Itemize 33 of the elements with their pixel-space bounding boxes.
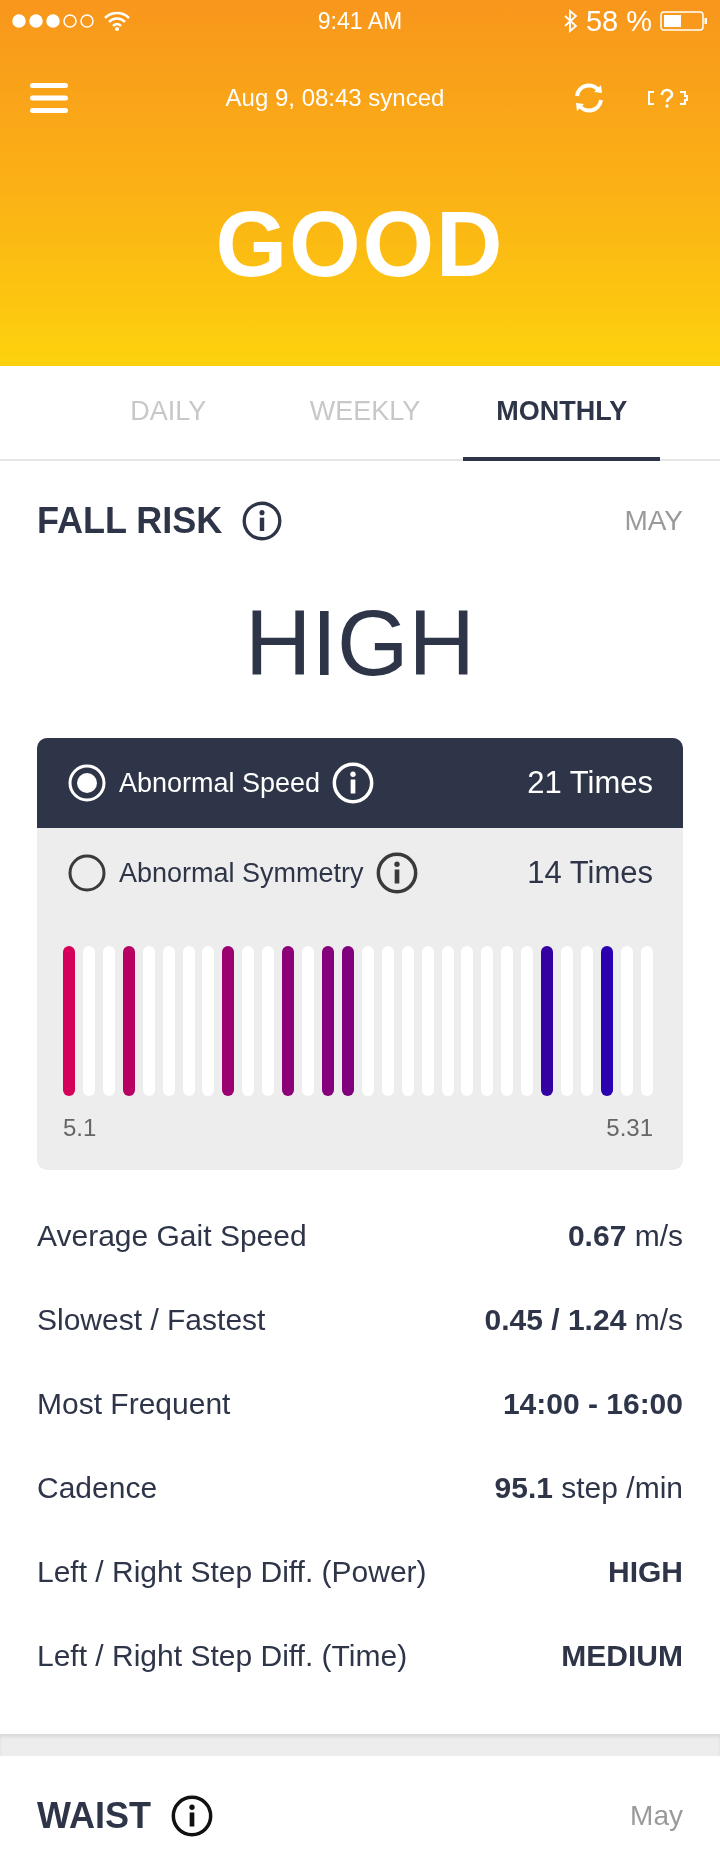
period-tab[interactable]: MONTHLY (463, 365, 660, 461)
stat-value: 14:00 - 16:00 (502, 1387, 683, 1421)
stat-value: MEDIUM (561, 1639, 683, 1673)
stat-label: Most Frequent (37, 1387, 231, 1421)
risk-level: HIGH (245, 591, 475, 696)
period-label: May (630, 1800, 683, 1832)
risk-option[interactable]: Abnormal Symmetry 14 Times (37, 828, 683, 918)
radio-icon[interactable] (67, 853, 107, 893)
period-label: MAY (624, 505, 683, 537)
stat-value: 95.1 step /min (494, 1471, 683, 1505)
stat-value: HIGH (608, 1555, 683, 1589)
bluetooth-icon (563, 9, 578, 33)
battery-percent: 58 % (585, 4, 652, 38)
stat-label: Average Gait Speed (37, 1219, 307, 1253)
stat-label: Slowest / Fastest (37, 1303, 266, 1337)
section-title: WAIST (37, 1795, 151, 1837)
stat-label: Left / Right Step Diff. (Time) (37, 1639, 408, 1673)
range-end: 5.31 (606, 1114, 653, 1142)
info-icon[interactable] (171, 1795, 213, 1837)
info-icon[interactable] (242, 501, 283, 541)
stat-label: Cadence (37, 1471, 158, 1505)
info-icon[interactable] (375, 852, 418, 894)
stat-value: 0.67 m/s (567, 1219, 683, 1253)
section-title: FALL RISK (37, 500, 223, 542)
stat-value: 0.45 / 1.24 m/s (484, 1303, 683, 1337)
signal-icon (12, 14, 94, 28)
status-time: 9:41 AM (317, 7, 403, 35)
wifi-icon (104, 11, 130, 31)
sync-status: Aug 9, 08:43 synced (224, 84, 446, 112)
range-start: 5.1 (63, 1114, 97, 1142)
status-heading: GOOD (215, 192, 505, 297)
battery-icon (660, 11, 708, 31)
stat-label: Left / Right Step Diff. (Power) (37, 1555, 427, 1589)
